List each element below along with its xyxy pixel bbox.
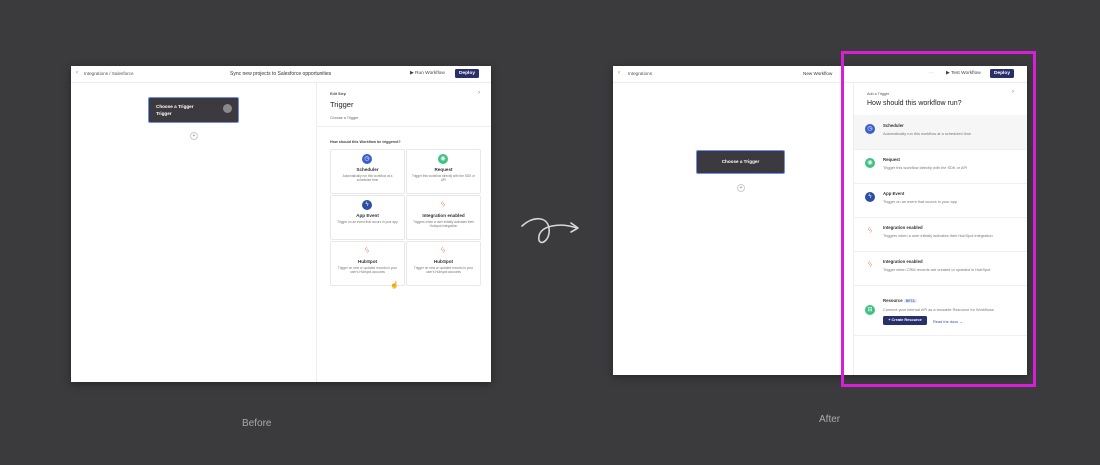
back-chevron-icon[interactable]: ‹ xyxy=(76,70,78,76)
before-caption: Before xyxy=(242,418,272,429)
transition-arrow-icon xyxy=(521,217,579,244)
card-desc: Trigger on new or updated records in you… xyxy=(413,266,474,275)
edit-step-label: Edit Step xyxy=(330,92,346,96)
run-workflow-button[interactable]: ▶ Run Workflow xyxy=(410,71,445,76)
clock-icon: ◷ xyxy=(362,154,372,164)
workflow-title: New Workflow xyxy=(803,71,833,76)
hubspot-icon: ᛃ xyxy=(440,199,446,210)
edit-step-panel: Edit Step › Trigger Choose a Trigger How… xyxy=(316,83,491,382)
trigger-card-scheduler[interactable]: ◷ Scheduler Automatically run this workf… xyxy=(330,149,405,194)
card-title: Integration enabled xyxy=(422,213,465,218)
card-title: HubSpot xyxy=(433,259,454,264)
card-title: HubSpot xyxy=(357,259,378,264)
trigger-card-app-event[interactable]: ϟ App Event Trigger on an event that occ… xyxy=(330,195,405,240)
change-highlight-box xyxy=(841,51,1036,387)
deploy-button[interactable]: Deploy xyxy=(455,69,479,78)
breadcrumb[interactable]: Integrations / Salesforce xyxy=(84,71,134,76)
card-desc: Trigger on new or updated records in you… xyxy=(337,266,398,275)
card-title: Request xyxy=(434,167,453,172)
divider xyxy=(317,126,491,127)
run-workflow-label: Run Workflow xyxy=(415,71,445,76)
tab-choose-trigger[interactable]: Choose a Trigger xyxy=(330,116,358,120)
workflow-title: Sync new projects to Salesforce opportun… xyxy=(230,71,332,77)
card-desc: Automatically run this workflow at a sch… xyxy=(342,174,393,183)
hubspot-icon: ᛃ xyxy=(364,245,370,256)
play-icon: ▶ xyxy=(410,71,414,76)
card-desc: Trigger this workflow directly with the … xyxy=(411,174,476,183)
breadcrumb[interactable]: Integrations xyxy=(628,71,652,76)
bolt-icon: ϟ xyxy=(362,200,372,210)
trigger-card-request[interactable]: ◉ Request Trigger this workflow directly… xyxy=(406,149,481,194)
node-subtitle: Trigger xyxy=(156,111,172,116)
before-header: ‹ Integrations / Salesforce Sync new pro… xyxy=(71,66,491,83)
node-title: Choose a Trigger xyxy=(156,104,194,109)
trigger-question: How should this Workflow be triggered? xyxy=(330,140,401,144)
hubspot-icon: ᛃ xyxy=(440,245,446,256)
add-step-button[interactable]: + xyxy=(190,132,198,140)
cursor-icon: ☝ xyxy=(390,282,399,289)
request-icon: ◉ xyxy=(438,154,448,164)
add-step-button[interactable]: + xyxy=(737,184,745,192)
card-title: Scheduler xyxy=(356,167,379,172)
after-caption: After xyxy=(819,414,841,425)
trigger-card-hubspot-2[interactable]: ᛃ HubSpot Trigger on new or updated reco… xyxy=(406,241,481,286)
card-desc: Triggers when a user initially activates… xyxy=(413,220,474,229)
before-screenshot: ‹ Integrations / Salesforce Sync new pro… xyxy=(71,66,491,382)
panel-title: Trigger xyxy=(330,100,354,109)
trigger-card-integration-enabled[interactable]: ᛃ Integration enabled Triggers when a us… xyxy=(406,195,481,240)
back-chevron-icon[interactable]: ‹ xyxy=(618,70,620,76)
chevron-right-icon[interactable]: › xyxy=(478,90,480,96)
trigger-card-hubspot[interactable]: ᛃ HubSpot Trigger on new or updated reco… xyxy=(330,241,405,286)
trigger-node[interactable]: Choose a Trigger xyxy=(696,150,785,174)
node-title: Choose a Trigger xyxy=(721,159,760,164)
card-desc: Trigger on an event that occurs in your … xyxy=(337,220,398,224)
card-title: App Event xyxy=(356,213,379,218)
avatar xyxy=(223,104,232,113)
trigger-node[interactable]: Choose a Trigger Trigger xyxy=(148,97,239,123)
